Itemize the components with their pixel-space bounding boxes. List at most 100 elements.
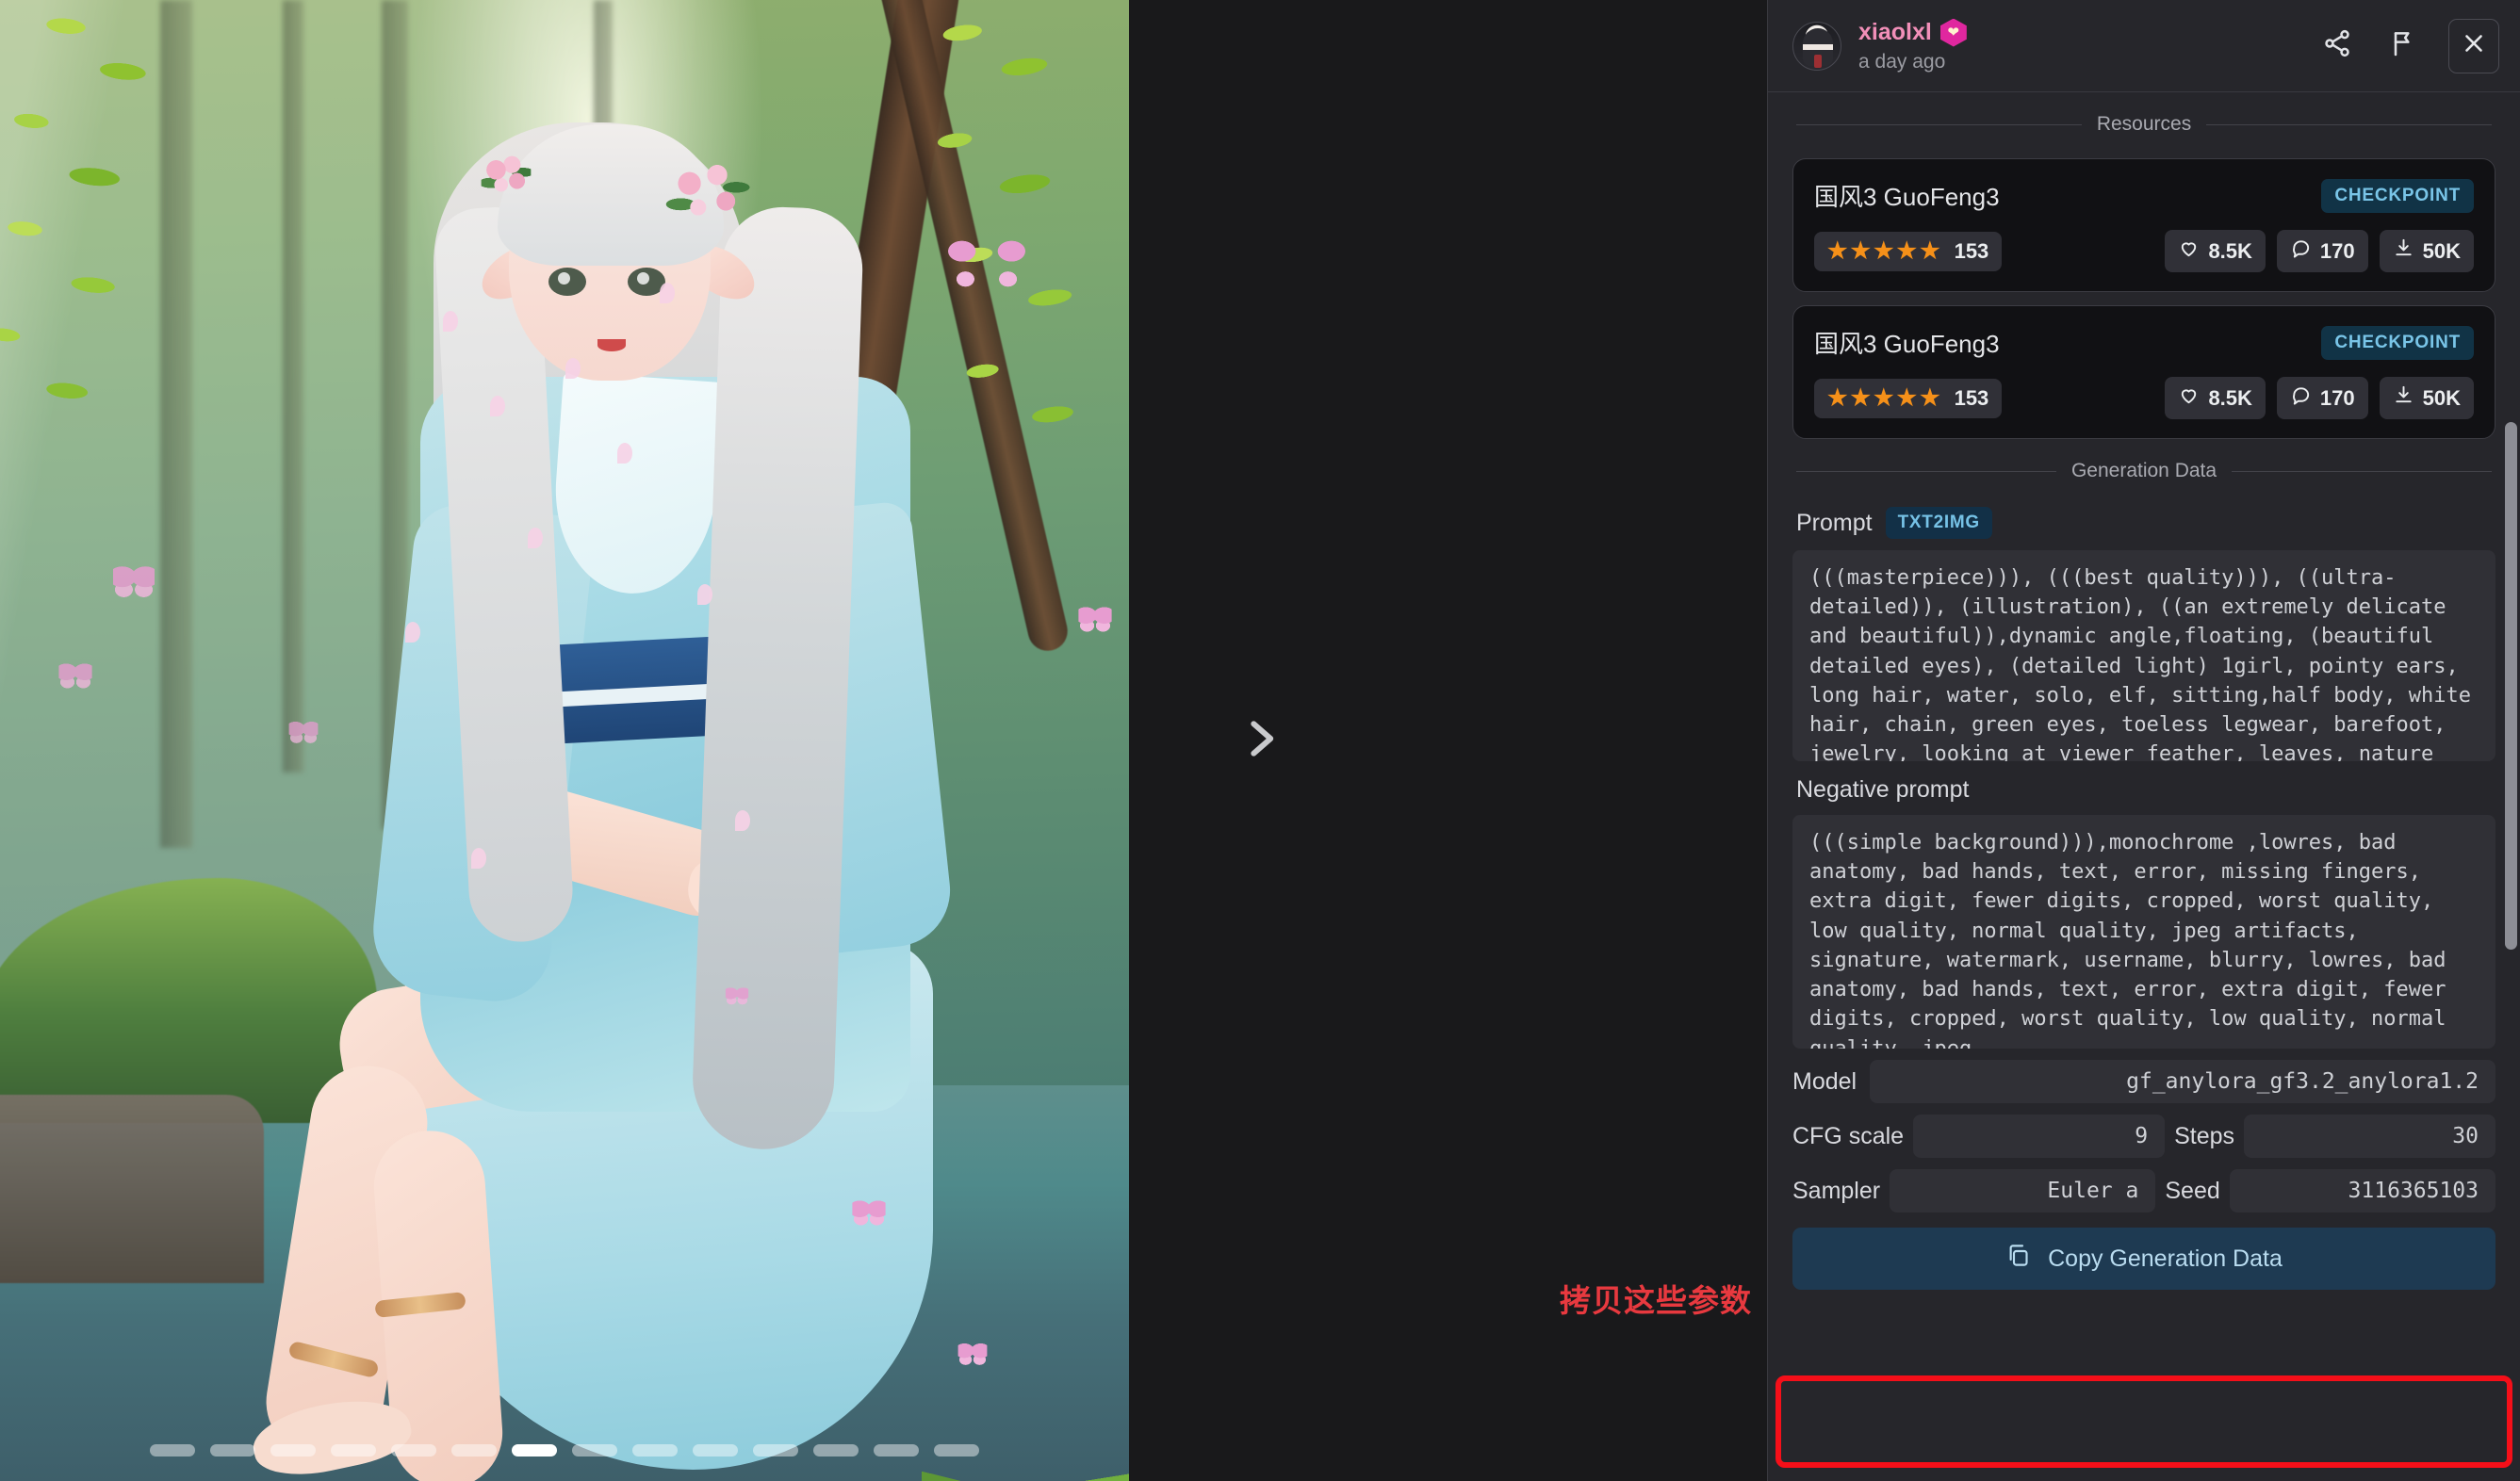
- resource-name[interactable]: 国风3 GuoFeng3: [1814, 325, 2000, 360]
- model-label: Model: [1792, 1067, 1857, 1095]
- avatar[interactable]: [1792, 21, 1841, 71]
- heart-badge-icon: ❤: [1939, 18, 1967, 47]
- resource-name[interactable]: 国风3 GuoFeng3: [1814, 178, 2000, 213]
- model-row: Model gf_anylora_gf3.2_anylora1.2: [1768, 1049, 2520, 1103]
- downloads-count: 50K: [2422, 385, 2461, 410]
- share-icon: [2322, 28, 2352, 63]
- close-button[interactable]: [2448, 18, 2499, 73]
- carousel-indicators[interactable]: [0, 1444, 1129, 1457]
- prompt-text[interactable]: (((masterpiece))), (((best quality))), (…: [1792, 550, 2495, 761]
- close-icon: [2460, 29, 2488, 62]
- rating-pill[interactable]: ★ ★ ★ ★ ★ 153: [1814, 231, 2003, 271]
- comment-icon: [2290, 237, 2312, 265]
- hair-flower: [663, 156, 750, 234]
- annotation-chinese-text: 拷贝这些参数: [1560, 1283, 1752, 1318]
- carousel-dot[interactable]: [210, 1444, 255, 1457]
- resource-metrics: 8.5K 170 50K: [2165, 230, 2474, 272]
- sampler-label: Sampler: [1792, 1177, 1881, 1204]
- resource-type-badge: CHECKPOINT: [2321, 178, 2474, 213]
- carousel-dot[interactable]: [451, 1444, 497, 1457]
- username[interactable]: xiaolxl: [1858, 19, 1932, 46]
- carousel-dot[interactable]: [753, 1444, 798, 1457]
- hair-flower: [481, 153, 532, 202]
- star-rating: ★ ★ ★ ★ ★: [1827, 237, 1940, 264]
- petal: [565, 358, 581, 379]
- likes-pill[interactable]: 8.5K: [2165, 230, 2266, 272]
- resource-card[interactable]: 国风3 GuoFeng3 CHECKPOINT ★ ★ ★ ★ ★ 153 8.…: [1792, 158, 2495, 292]
- generation-section-header: Generation Data: [1768, 439, 2520, 492]
- steps-label: Steps: [2174, 1122, 2235, 1149]
- mouth: [597, 339, 626, 351]
- downloads-pill[interactable]: 50K: [2379, 230, 2474, 272]
- butterfly: [957, 1343, 988, 1365]
- petal: [697, 584, 712, 605]
- scrollbar-thumb[interactable]: [2505, 422, 2517, 950]
- star-icon: ★: [1896, 237, 1918, 264]
- username-row: xiaolxl ❤: [1858, 18, 2299, 47]
- prompt-label-row: Prompt TXT2IMG: [1768, 492, 2520, 539]
- petal: [660, 283, 675, 303]
- petal: [471, 848, 486, 869]
- artwork: [0, 0, 1129, 1481]
- carousel-dot[interactable]: [331, 1444, 376, 1457]
- comments-pill[interactable]: 170: [2276, 377, 2368, 419]
- resource-card[interactable]: 国风3 GuoFeng3 CHECKPOINT ★ ★ ★ ★ ★ 153 8.…: [1792, 305, 2495, 439]
- steps-value[interactable]: 30: [2244, 1115, 2495, 1158]
- report-button[interactable]: [2382, 25, 2424, 67]
- star-icon: ★: [1850, 237, 1872, 264]
- star-rating: ★ ★ ★ ★ ★: [1827, 384, 1940, 411]
- copy-icon: [2005, 1243, 2031, 1275]
- carousel-dot[interactable]: [512, 1444, 557, 1457]
- resource-stats: ★ ★ ★ ★ ★ 153 8.5K 170 50K: [1814, 377, 2474, 419]
- grass-right: [922, 1076, 1129, 1481]
- resources-section-header: Resources: [1768, 92, 2520, 145]
- panel-scroll-area: Resources 国风3 GuoFeng3 CHECKPOINT ★ ★ ★ …: [1768, 92, 2520, 1481]
- carousel-dot[interactable]: [813, 1444, 859, 1457]
- next-image-button[interactable]: [1224, 705, 1296, 776]
- negative-prompt-text[interactable]: (((simple background))),monochrome ,lowr…: [1792, 815, 2495, 1049]
- flag-icon: [2388, 28, 2418, 63]
- butterfly: [942, 226, 1031, 296]
- butterfly: [852, 1199, 886, 1226]
- comments-pill[interactable]: 170: [2276, 230, 2368, 272]
- star-icon: ★: [1850, 384, 1872, 411]
- comments-count: 170: [2319, 238, 2355, 263]
- sampler-value[interactable]: Euler a: [1890, 1169, 2156, 1212]
- share-button[interactable]: [2316, 25, 2358, 67]
- likes-pill[interactable]: 8.5K: [2165, 377, 2266, 419]
- resources-label: Resources: [2096, 113, 2192, 135]
- carousel-dot[interactable]: [934, 1444, 979, 1457]
- star-icon: ★: [1896, 384, 1918, 411]
- cfg-scale-value[interactable]: 9: [1913, 1115, 2166, 1158]
- download-icon: [2393, 237, 2414, 265]
- divider-right: [2232, 470, 2493, 472]
- carousel-dot[interactable]: [270, 1444, 316, 1457]
- carousel-dot[interactable]: [391, 1444, 436, 1457]
- model-value[interactable]: gf_anylora_gf3.2_anylora1.2: [1870, 1060, 2495, 1103]
- carousel-dot[interactable]: [693, 1444, 738, 1457]
- carousel-dot[interactable]: [572, 1444, 617, 1457]
- rating-pill[interactable]: ★ ★ ★ ★ ★ 153: [1814, 378, 2003, 418]
- copy-generation-data-button[interactable]: Copy Generation Data: [1792, 1228, 2495, 1290]
- resource-metrics: 8.5K 170 50K: [2165, 377, 2474, 419]
- carousel-dot[interactable]: [150, 1444, 195, 1457]
- carousel-dot[interactable]: [874, 1444, 919, 1457]
- petal: [735, 810, 750, 831]
- petal: [490, 396, 505, 416]
- panel-scrollbar[interactable]: [2505, 187, 2517, 1449]
- petal: [528, 528, 543, 548]
- eye: [548, 268, 586, 296]
- resource-stats: ★ ★ ★ ★ ★ 153 8.5K 170 50K: [1814, 230, 2474, 272]
- star-icon: ★: [1874, 384, 1894, 411]
- comment-icon: [2290, 384, 2312, 412]
- star-icon: ★: [1827, 237, 1848, 264]
- downloads-pill[interactable]: 50K: [2379, 377, 2474, 419]
- cfg-steps-row: CFG scale 9 Steps 30: [1768, 1103, 2520, 1158]
- likes-count: 8.5K: [2208, 238, 2252, 263]
- seed-value[interactable]: 3116365103: [2229, 1169, 2496, 1212]
- heart-icon: [2178, 237, 2200, 265]
- carousel-dot[interactable]: [632, 1444, 678, 1457]
- star-icon: ★: [1920, 384, 1940, 411]
- divider-right: [2206, 123, 2493, 125]
- panel-header: xiaolxl ❤ a day ago: [1768, 0, 2520, 92]
